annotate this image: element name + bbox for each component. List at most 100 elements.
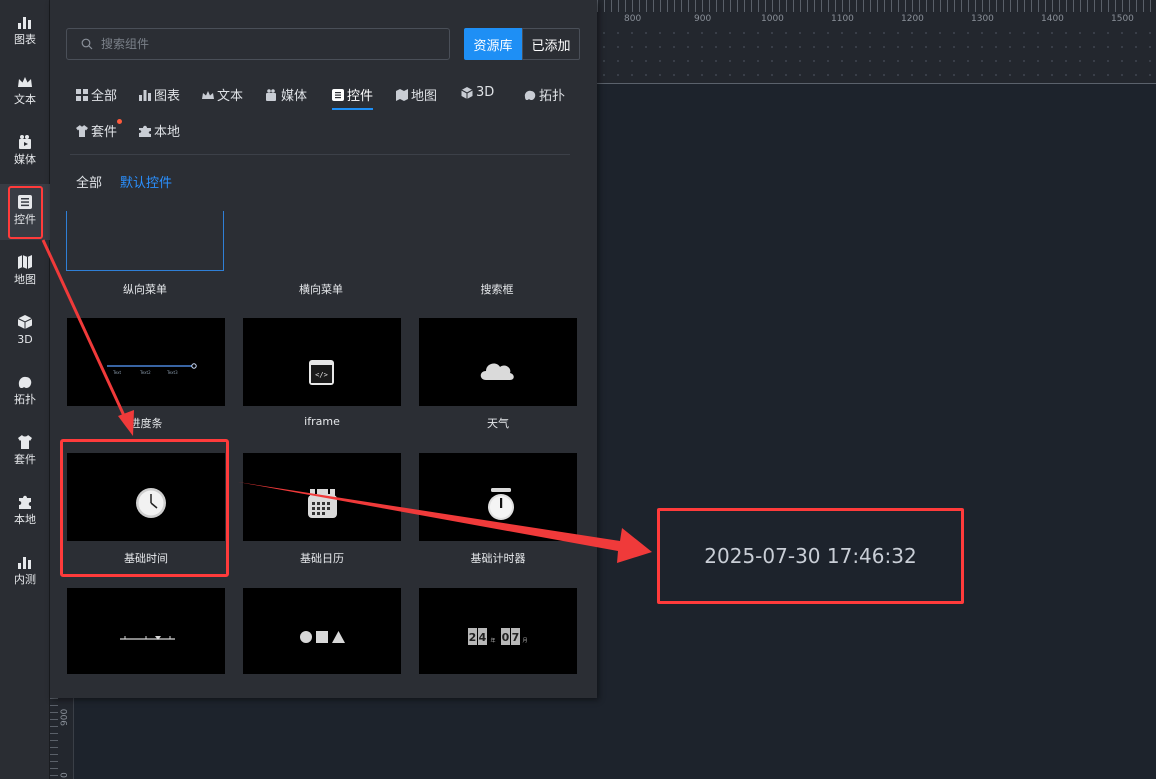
sidebar-item-chart[interactable]: 图表 <box>0 4 50 60</box>
ruler-number: 0 <box>60 772 70 778</box>
ruler-number: 1500 <box>1111 14 1134 24</box>
media-icon <box>266 88 276 101</box>
map-icon <box>396 88 408 101</box>
timeline-thumb <box>67 588 225 674</box>
card-name: iframe <box>304 415 340 428</box>
horizontal-ruler: 800 900 1000 1100 1200 1300 1400 1500 <box>597 0 1156 84</box>
crown-icon <box>18 77 32 87</box>
card-basic-time[interactable]: 基础时间 <box>67 453 225 569</box>
ruler-number: 1100 <box>831 14 854 24</box>
sidebar-item-label: 套件 <box>14 453 36 466</box>
subfilter-default-controls[interactable]: 默认控件 <box>120 172 172 191</box>
puzzle-icon <box>19 495 31 509</box>
time-widget-preview[interactable]: 2025-07-30 17:46:32 <box>657 508 964 604</box>
resource-library-tab[interactable]: 资源库 <box>464 28 522 60</box>
category-label: 套件 <box>91 125 118 140</box>
topology-icon <box>524 90 536 100</box>
progress-thumb-label: Text <box>112 370 122 375</box>
category-controls[interactable]: 控件 <box>332 85 374 110</box>
sidebar-item-map[interactable]: 地图 <box>0 244 50 300</box>
ruler-number: 1300 <box>971 14 994 24</box>
highlight-box <box>8 186 43 239</box>
sidebar-item-local[interactable]: 本地 <box>0 484 50 540</box>
shapes-thumb <box>243 588 401 674</box>
notification-dot <box>117 119 123 124</box>
sidebar-item-text[interactable]: 文本 <box>0 64 50 120</box>
card-iframe[interactable]: </> iframe <box>243 318 401 434</box>
category-label: 控件 <box>347 89 374 104</box>
sidebar-item-topology[interactable]: 拓扑 <box>0 364 50 420</box>
card-vertical-menu[interactable]: 纵向菜单 <box>66 211 224 301</box>
cube-icon <box>17 315 33 329</box>
category-chart[interactable]: 图表 <box>139 85 180 104</box>
basic-time-thumb <box>67 453 225 541</box>
flip-clock-digit: 7 <box>512 631 520 644</box>
category-label: 文本 <box>217 89 244 104</box>
category-label: 媒体 <box>281 89 308 104</box>
progress-thumb-label: Text2 <box>139 370 151 375</box>
category-all[interactable]: 全部 <box>76 85 117 104</box>
category-3d[interactable]: 3D <box>461 85 494 100</box>
flip-clock-digit: 4 <box>479 631 487 644</box>
card-search-box[interactable]: 搜索框 <box>418 211 576 301</box>
flip-clock-digit: 0 <box>502 631 510 644</box>
vertical-menu-thumb <box>66 211 224 271</box>
bar-chart-icon <box>18 17 31 29</box>
card-timeline[interactable] <box>67 588 225 674</box>
code-window-icon: </> <box>309 360 334 385</box>
topology-icon <box>18 376 32 389</box>
category-map[interactable]: 地图 <box>396 85 437 104</box>
cloud-icon <box>480 363 514 380</box>
card-shapes[interactable] <box>243 588 401 674</box>
category-label: 全部 <box>91 89 118 104</box>
category-label: 地图 <box>411 89 438 104</box>
search-icon <box>81 38 93 50</box>
card-name: 横向菜单 <box>299 283 343 296</box>
ruler-number: 1000 <box>761 14 784 24</box>
progress-bar-thumb: Text Text2 Text3 <box>67 318 225 406</box>
card-weather[interactable]: 天气 <box>419 318 577 434</box>
grid-icon <box>76 88 88 101</box>
card-horizontal-menu[interactable]: 横向菜单 <box>242 211 400 301</box>
category-label: 拓扑 <box>539 89 566 104</box>
category-text[interactable]: 文本 <box>202 85 243 104</box>
ruler-number: 1200 <box>901 14 924 24</box>
sidebar-item-label: 内测 <box>14 573 36 586</box>
search-input[interactable] <box>101 37 431 51</box>
card-name: 纵向菜单 <box>123 283 167 296</box>
flip-clock-digit: 2 <box>469 631 477 644</box>
sidebar-item-controls[interactable]: 控件 <box>0 184 50 240</box>
sidebar-item-beta[interactable]: 内测 <box>0 544 50 600</box>
card-flip-clock[interactable]: 2 4 0 7 年 月 <box>419 588 577 674</box>
category-media[interactable]: 媒体 <box>266 85 307 104</box>
category-label: 图表 <box>154 89 181 104</box>
sidebar-item-suite[interactable]: 套件 <box>0 424 50 480</box>
card-basic-calendar[interactable]: 基础日历 <box>243 453 401 569</box>
flip-clock-unit: 年 <box>490 637 495 644</box>
category-topology[interactable]: 拓扑 <box>524 85 565 104</box>
card-name: 天气 <box>487 417 509 430</box>
card-progress-bar[interactable]: Text Text2 Text3 进度条 <box>67 318 225 434</box>
added-tab[interactable]: 已添加 <box>522 28 580 60</box>
map-icon <box>18 255 32 269</box>
list-icon <box>332 88 344 101</box>
stopwatch-icon <box>488 488 514 520</box>
canvas-grid-dots <box>597 26 1156 83</box>
ruler-number: 1400 <box>1041 14 1064 24</box>
sidebar-item-label: 媒体 <box>14 153 36 166</box>
sidebar-item-3d[interactable]: 3D <box>0 304 50 360</box>
sidebar-item-media[interactable]: 媒体 <box>0 124 50 180</box>
iframe-thumb: </> <box>243 318 401 406</box>
puzzle-icon <box>139 125 151 137</box>
category-suite[interactable]: 套件 <box>76 119 123 140</box>
shirt-icon <box>76 124 88 137</box>
category-local[interactable]: 本地 <box>139 121 180 140</box>
cube-icon <box>461 86 473 99</box>
progress-thumb-label: Text3 <box>166 370 178 375</box>
card-basic-timer[interactable]: 基础计时器 <box>419 453 577 569</box>
subfilter-all[interactable]: 全部 <box>76 172 102 191</box>
svg-text:</>: </> <box>315 371 328 379</box>
search-box[interactable] <box>66 28 450 60</box>
icon-sidebar: 图表 文本 媒体 控件 地图 3D 拓扑 套件 本地 内测 <box>0 0 50 779</box>
sidebar-item-label: 拓扑 <box>14 393 36 406</box>
